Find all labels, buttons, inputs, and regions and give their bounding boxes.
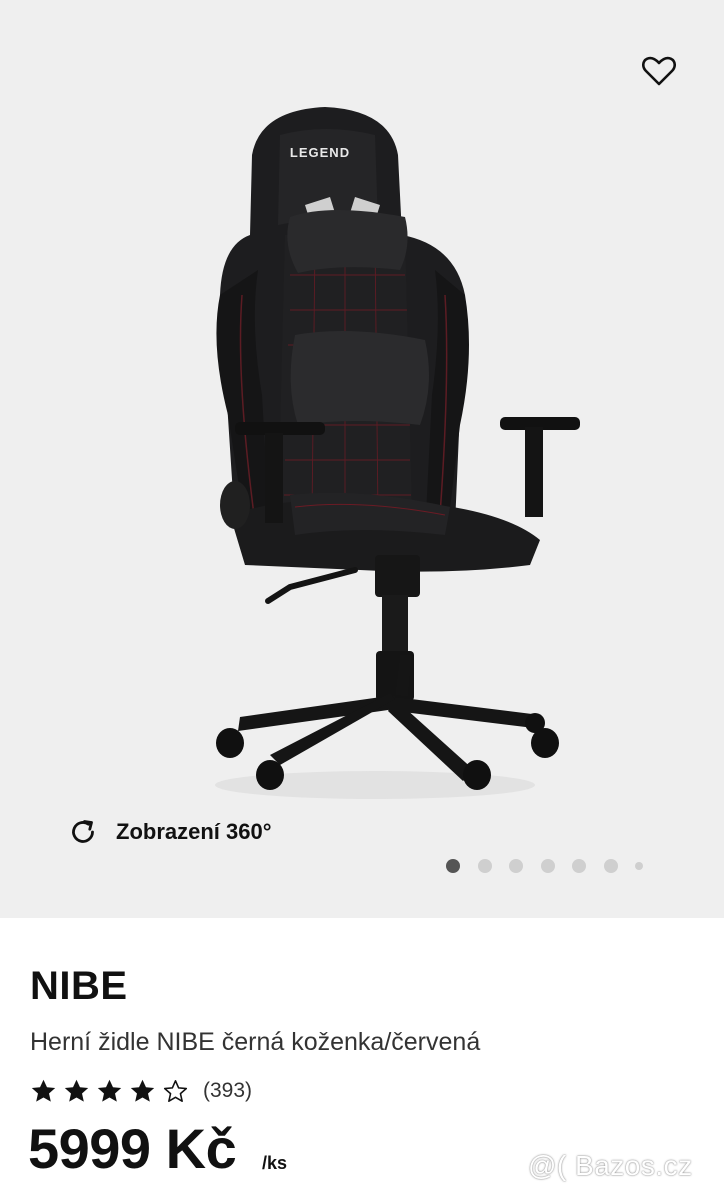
product-gallery[interactable]: LEGEND Zobrazení 360° [0, 0, 724, 918]
product-price: 5999 Kč [28, 1117, 237, 1180]
star-outline-icon [163, 1079, 188, 1102]
carousel-dots[interactable] [446, 857, 643, 875]
product-info: NIBE Herní židle NIBE černá koženka/červ… [0, 918, 724, 1200]
view-360-button[interactable]: Zobrazení 360° [66, 814, 272, 850]
rating-stars [30, 1078, 195, 1105]
view-360-label: Zobrazení 360° [116, 819, 272, 844]
price-unit: /ks [262, 1153, 288, 1173]
carousel-dot[interactable] [540, 859, 555, 873]
chair-logo-text: LEGEND [290, 145, 350, 160]
product-rating[interactable]: (393) [30, 1074, 252, 1108]
carousel-dot[interactable] [572, 859, 586, 873]
carousel-dot[interactable] [603, 859, 618, 873]
star-filled-icon [130, 1079, 155, 1102]
favorite-button[interactable] [636, 50, 682, 92]
product-image: LEGEND [215, 107, 580, 799]
star-filled-icon [64, 1079, 89, 1102]
watermark: @( Bazos.cz [528, 1150, 693, 1181]
rotate-icon [66, 815, 100, 849]
heart-outline-icon [642, 56, 676, 86]
product-description[interactable]: Herní židle NIBE černá koženka/červená [30, 1028, 480, 1057]
rating-count: (393) [203, 1079, 253, 1102]
carousel-dot[interactable] [635, 862, 643, 870]
star-filled-icon [31, 1079, 56, 1102]
star-filled-icon [97, 1079, 122, 1102]
carousel-dot[interactable] [446, 859, 460, 873]
carousel-dot[interactable] [509, 859, 523, 873]
carousel-dot[interactable] [477, 859, 492, 873]
product-brand[interactable]: NIBE [30, 964, 128, 1009]
